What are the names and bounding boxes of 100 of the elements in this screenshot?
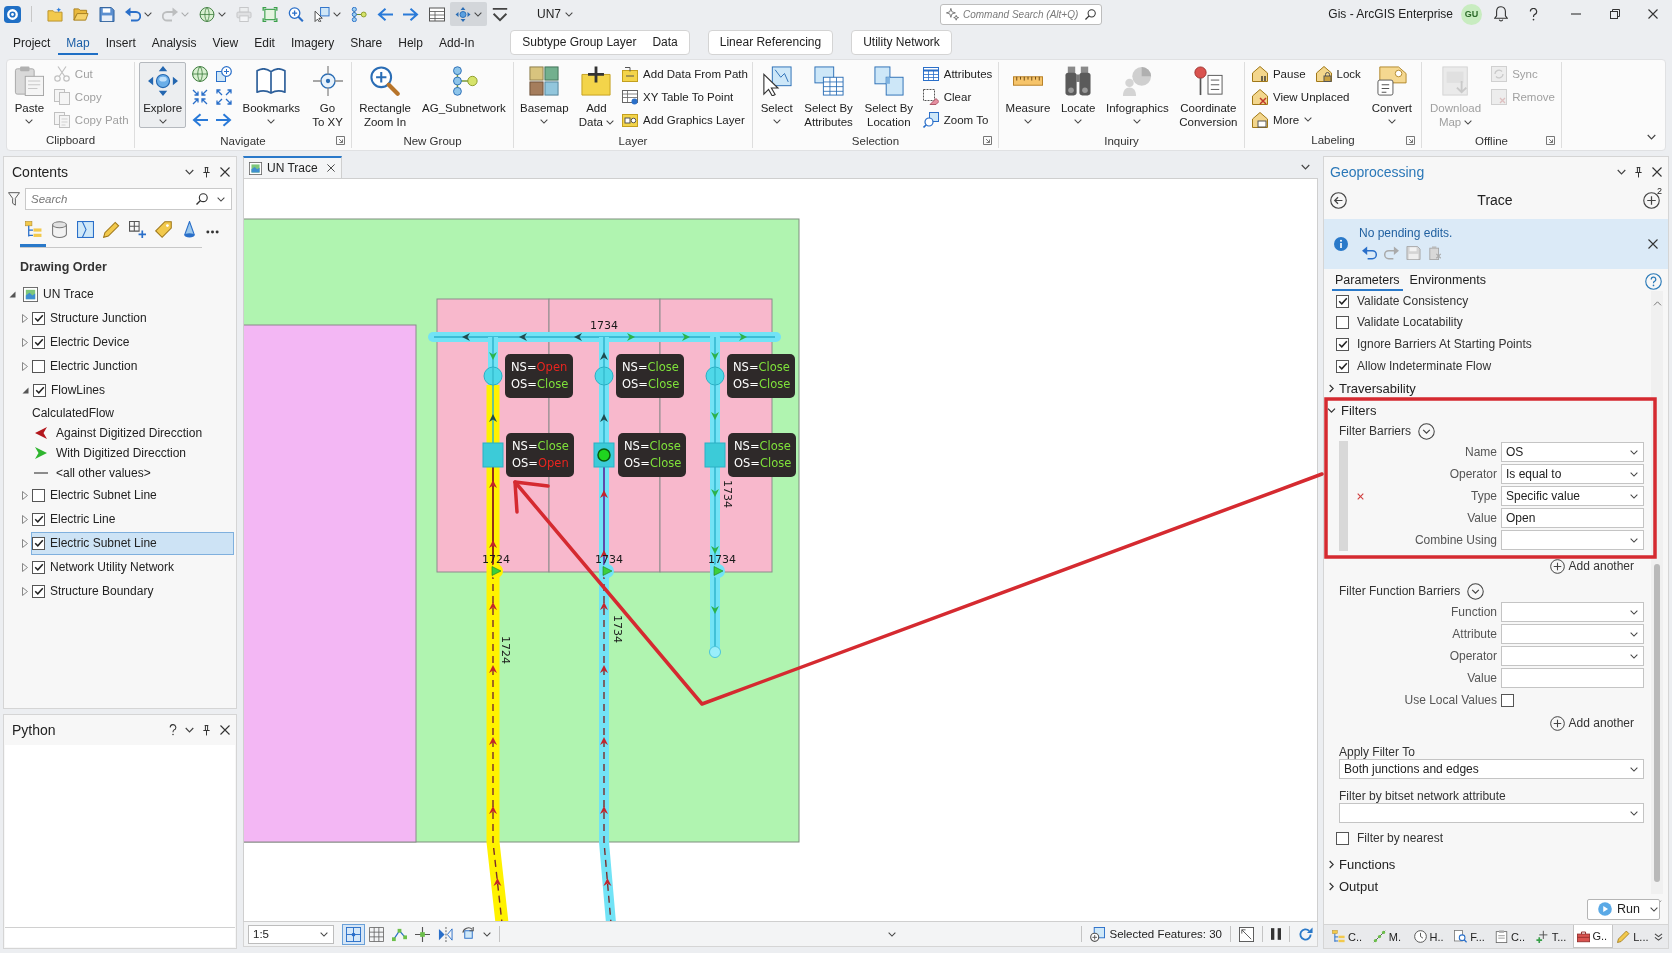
dialog-launcher-icon[interactable] <box>1406 135 1415 145</box>
menu-tab[interactable]: Insert <box>97 29 144 55</box>
select-features-icon[interactable] <box>1090 926 1106 942</box>
pin-icon[interactable] <box>202 166 211 178</box>
dialog-launcher-icon[interactable] <box>983 136 992 145</box>
checkbox[interactable] <box>33 383 46 397</box>
checkbox[interactable] <box>1336 831 1349 845</box>
pin-icon[interactable] <box>202 724 211 736</box>
expander-icon[interactable] <box>22 386 29 394</box>
layer-item[interactable]: Electric Device <box>31 330 234 354</box>
ribbon-button[interactable]: Locate <box>1056 62 1100 128</box>
ribbon-button[interactable]: Add Graphics Layer <box>620 108 750 131</box>
menu-tab[interactable]: View <box>204 29 247 55</box>
close-icon[interactable] <box>1652 167 1662 177</box>
ribbon-button[interactable]: View Unplaced <box>1249 85 1363 108</box>
checkbox[interactable] <box>1336 359 1349 373</box>
menu-tab[interactable]: Add-In <box>430 29 483 55</box>
dropdown-field[interactable] <box>1339 803 1644 823</box>
ribbon-button[interactable]: Select By Location <box>860 62 918 133</box>
caret-icon[interactable] <box>1647 134 1656 140</box>
dropdown-field[interactable] <box>1501 624 1644 644</box>
layer-item[interactable]: Structure Boundary <box>31 579 234 603</box>
dialog-launcher-icon[interactable] <box>1546 136 1555 145</box>
ribbon-button[interactable]: Clear <box>920 85 995 108</box>
user-avatar[interactable]: GU <box>1461 3 1482 25</box>
contextual-tab[interactable]: Linear Referencing <box>711 30 830 54</box>
dropdown-field[interactable]: Is equal to <box>1501 464 1644 484</box>
checkbox[interactable] <box>1336 337 1349 351</box>
section-header[interactable]: Output <box>1324 875 1644 897</box>
menu-tab[interactable]: Map <box>58 29 98 55</box>
close-icon[interactable] <box>220 725 230 735</box>
expander-icon[interactable] <box>22 490 28 500</box>
expander-icon[interactable] <box>22 337 28 347</box>
search-icon[interactable] <box>196 193 208 205</box>
pin-icon[interactable] <box>1634 166 1643 178</box>
pane-tab[interactable]: T... <box>1531 925 1573 948</box>
ribbon-button[interactable]: Rectangle Zoom In <box>355 62 415 133</box>
contextual-tab[interactable]: Subtype Group Layer <box>514 30 645 54</box>
search-field[interactable]: Search <box>25 188 232 210</box>
pane-tab[interactable]: H.. <box>1409 925 1451 948</box>
ribbon-button[interactable]: Basemap <box>516 62 573 128</box>
dialog-launcher-icon[interactable] <box>336 136 345 145</box>
pane-tab[interactable]: F... <box>1450 925 1491 948</box>
ribbon-button[interactable]: Explore <box>139 62 187 128</box>
caret-icon[interactable] <box>888 931 896 937</box>
ribbon-button[interactable]: Zoom To <box>920 108 995 131</box>
close-icon[interactable] <box>220 167 230 177</box>
checkbox[interactable] <box>1501 693 1514 707</box>
help-icon[interactable] <box>1529 7 1538 21</box>
more-icon[interactable] <box>206 229 219 234</box>
caret-icon[interactable] <box>185 727 194 733</box>
scale-field[interactable]: 1:5 <box>248 924 334 944</box>
expand-circle-icon[interactable] <box>1467 582 1485 600</box>
dropdown-field[interactable] <box>1501 646 1644 666</box>
ribbon-button[interactable]: XY Table To Point <box>620 85 750 108</box>
checkbox[interactable] <box>1336 315 1349 329</box>
ribbon-button[interactable]: Select By Attributes <box>800 62 857 133</box>
contextual-tab[interactable]: Utility Network <box>855 30 948 54</box>
text-field[interactable]: Open <box>1501 508 1644 528</box>
checkbox[interactable] <box>1336 294 1349 308</box>
remove-icon[interactable] <box>1356 492 1364 500</box>
bell-icon[interactable] <box>1494 6 1508 22</box>
caret-icon[interactable] <box>483 931 491 937</box>
toolbar-button[interactable] <box>450 2 487 26</box>
restore-icon[interactable] <box>1610 9 1620 19</box>
project-menu[interactable]: UN7 <box>533 5 577 23</box>
layer-item[interactable]: Network Utility Network <box>31 555 234 579</box>
layer-item[interactable]: Electric Subnet Line <box>31 531 234 555</box>
ribbon-button[interactable]: Attributes <box>920 62 995 85</box>
ribbon-button[interactable]: Infographics <box>1102 62 1173 128</box>
expander-icon[interactable] <box>22 313 28 323</box>
ribbon-button[interactable]: Add Data <box>574 62 618 133</box>
ribbon-button[interactable]: Go To XY <box>308 62 347 133</box>
caret-icon[interactable] <box>217 197 225 202</box>
add-another-button[interactable]: Add another <box>1549 558 1634 574</box>
layer-item[interactable]: Electric Subnet Line <box>31 483 234 507</box>
dropdown-field[interactable]: OS <box>1501 442 1644 462</box>
command-search-field[interactable]: Command Search (Alt+Q) <box>940 3 1102 25</box>
close-icon[interactable] <box>1648 239 1658 249</box>
ribbon-button[interactable]: Bookmarks <box>238 62 304 128</box>
expander-icon[interactable] <box>22 538 28 548</box>
ribbon-button[interactable]: AG_Subnetwork <box>418 62 510 119</box>
expander-icon[interactable] <box>9 290 16 298</box>
ribbon-button[interactable]: Lock <box>1313 62 1363 85</box>
layer-item[interactable]: FlowLines <box>32 378 234 402</box>
section-header[interactable]: Filters <box>1324 399 1644 421</box>
checkbox[interactable] <box>32 488 45 502</box>
app-logo-icon[interactable] <box>4 5 21 23</box>
checkbox[interactable] <box>32 536 45 550</box>
pane-tab[interactable]: C.. <box>1328 925 1369 948</box>
python-input-field[interactable] <box>5 927 235 947</box>
refresh-icon[interactable] <box>1298 926 1313 942</box>
menu-tab[interactable]: Project <box>5 29 59 55</box>
dropdown-field[interactable]: Both junctions and edges <box>1339 759 1644 779</box>
pane-tab[interactable]: Parameters <box>1332 271 1403 291</box>
expander-icon[interactable] <box>22 514 28 524</box>
caret-icon[interactable] <box>1617 169 1626 175</box>
checkbox[interactable] <box>32 335 45 349</box>
close-icon[interactable] <box>1648 9 1658 19</box>
menu-tab[interactable]: Imagery <box>282 29 343 55</box>
